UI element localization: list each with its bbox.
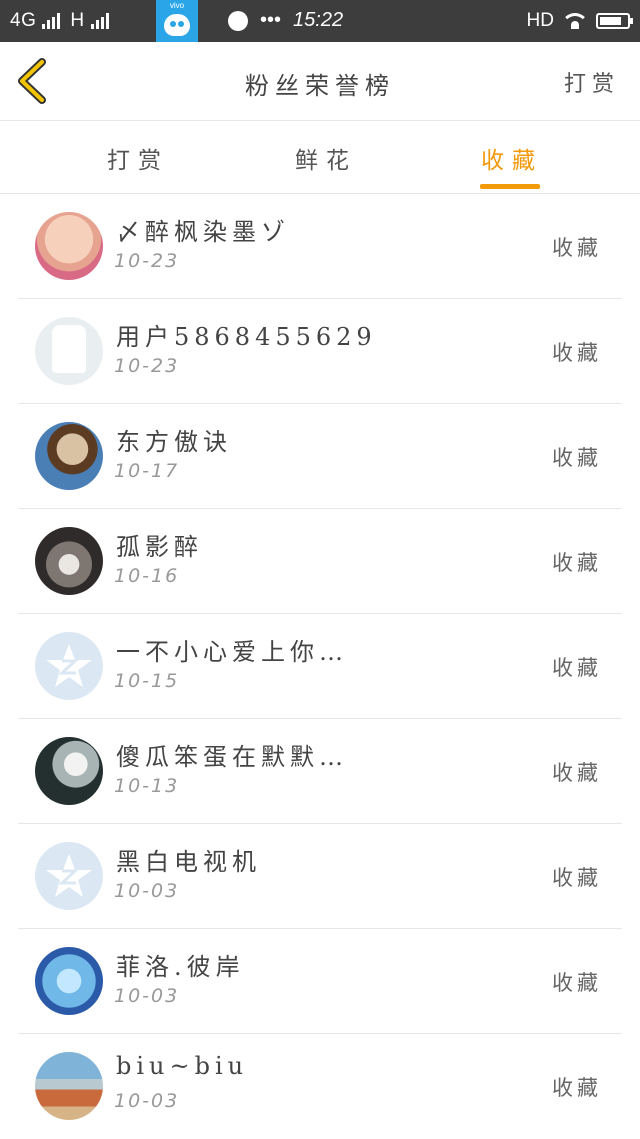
date: 10-03 — [114, 1090, 180, 1112]
more-dots-icon: ••• — [260, 9, 282, 31]
wifi-icon — [564, 13, 586, 29]
list-item[interactable]: 孤影醉 10-16 收藏 — [0, 509, 640, 614]
fan-list: 〆醉枫染墨ゾ 10-23 收藏 用户5868455629 10-23 收藏 东方… — [0, 194, 640, 1139]
avatar[interactable] — [35, 1052, 103, 1120]
list-item[interactable]: 傻瓜笨蛋在默默… 10-13 收藏 — [0, 719, 640, 824]
user-name: 用户5868455629 — [116, 323, 377, 351]
user-name: biu~biu — [116, 1052, 249, 1080]
signal-icon-2 — [90, 13, 109, 29]
favorite-label: 收藏 — [552, 656, 602, 680]
hd-indicator: HD — [526, 10, 554, 31]
status-bar: 4G H vivo ••• 15:22 HD — [0, 0, 640, 42]
avatar[interactable] — [35, 632, 103, 700]
date: 10-23 — [114, 250, 180, 272]
clock: 15:22 — [293, 9, 344, 31]
date: 10-16 — [114, 565, 180, 587]
user-name: 菲洛.彼岸 — [116, 953, 245, 981]
avatar[interactable] — [35, 737, 103, 805]
avatar[interactable] — [35, 422, 103, 490]
favorite-label: 收藏 — [552, 866, 602, 890]
favorite-label: 收藏 — [552, 236, 602, 260]
list-item[interactable]: 菲洛.彼岸 10-03 收藏 — [0, 929, 640, 1034]
tab-bar: 打赏 鲜花 收藏 — [0, 121, 640, 194]
list-item[interactable]: 黑白电视机 10-03 收藏 — [0, 824, 640, 929]
top-bar: 粉丝荣誉榜 打赏 — [0, 42, 640, 121]
page-title: 粉丝荣誉榜 — [245, 72, 395, 100]
user-name: 傻瓜笨蛋在默默… — [116, 743, 348, 771]
signal-area: 4G H — [10, 10, 109, 32]
user-name: 孤影醉 — [116, 533, 203, 561]
list-item[interactable]: 用户5868455629 10-23 收藏 — [0, 299, 640, 404]
list-item[interactable]: 东方傲诀 10-17 收藏 — [0, 404, 640, 509]
status-middle: ••• 15:22 — [228, 9, 343, 32]
vivo-label: vivo — [169, 1, 185, 10]
favorite-label: 收藏 — [552, 446, 602, 470]
user-name: 东方傲诀 — [116, 428, 232, 456]
user-name: 黑白电视机 — [116, 848, 261, 876]
tab-flowers[interactable]: 鲜花 — [266, 141, 386, 175]
network-type-2: H — [70, 10, 85, 31]
list-item[interactable]: 一不小心爱上你… 10-15 收藏 — [0, 614, 640, 719]
reward-button[interactable]: 打赏 — [564, 66, 620, 98]
list-item[interactable]: 〆醉枫染墨ゾ 10-23 收藏 — [0, 194, 640, 299]
signal-icon — [42, 13, 61, 29]
date: 10-17 — [114, 460, 180, 482]
active-tab-indicator — [480, 184, 540, 189]
avatar[interactable] — [35, 947, 103, 1015]
vivo-app-icon: vivo — [156, 0, 198, 42]
user-name: 一不小心爱上你… — [116, 638, 348, 666]
favorite-label: 收藏 — [552, 971, 602, 995]
palette-icon — [228, 10, 248, 31]
favorite-label: 收藏 — [552, 341, 602, 365]
date: 10-15 — [114, 670, 180, 692]
favorite-label: 收藏 — [552, 761, 602, 785]
list-item[interactable]: biu~biu 10-03 收藏 — [0, 1034, 640, 1139]
status-right: HD — [526, 10, 633, 32]
tab-favorites[interactable]: 收藏 — [452, 141, 572, 175]
date: 10-03 — [114, 880, 180, 902]
favorite-label: 收藏 — [552, 551, 602, 575]
avatar[interactable] — [35, 317, 103, 385]
favorite-label: 收藏 — [552, 1076, 602, 1100]
avatar[interactable] — [35, 527, 103, 595]
network-type: 4G — [10, 10, 37, 31]
qzone-star-icon — [46, 854, 92, 897]
qzone-star-icon — [46, 644, 92, 687]
date: 10-03 — [114, 985, 180, 1007]
tab-reward[interactable]: 打赏 — [78, 141, 198, 175]
date: 10-23 — [114, 355, 180, 377]
user-name: 〆醉枫染墨ゾ — [116, 218, 290, 246]
avatar[interactable] — [35, 842, 103, 910]
avatar[interactable] — [35, 212, 103, 280]
date: 10-13 — [114, 775, 180, 797]
battery-icon — [596, 13, 633, 29]
